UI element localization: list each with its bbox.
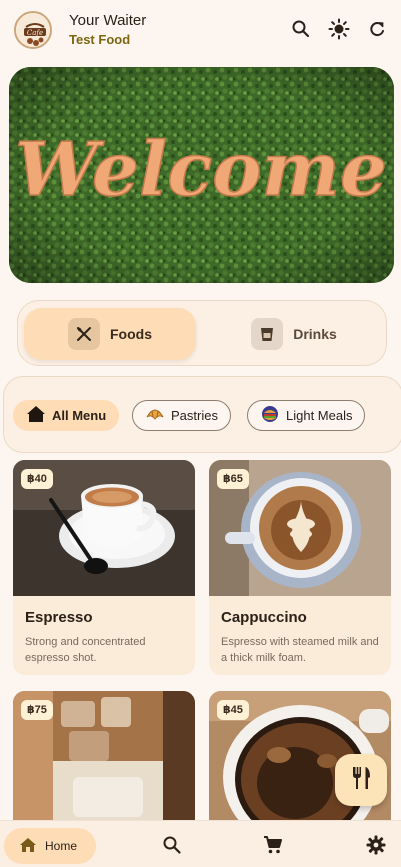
app-subtitle: Test Food — [69, 32, 131, 47]
nav-cart-icon[interactable] — [263, 835, 283, 855]
nav-home[interactable]: Home — [4, 828, 96, 864]
bottom-navigation: Home — [0, 820, 401, 867]
banner-welcome-text: Welcome — [15, 127, 387, 213]
home-icon — [26, 405, 46, 426]
price-badge: ฿45 — [217, 700, 249, 720]
chip-pastries-label: Pastries — [171, 408, 218, 423]
price-badge: ฿40 — [21, 469, 53, 489]
nav-search-icon[interactable] — [162, 835, 182, 855]
product-name: Cappuccino — [221, 609, 307, 626]
croissant-icon — [145, 405, 165, 426]
svg-text:Cafe: Cafe — [27, 29, 43, 37]
product-name: Espresso — [25, 609, 93, 626]
price-badge: ฿75 — [21, 700, 53, 720]
price-badge: ฿65 — [217, 469, 249, 489]
chip-pastries[interactable]: Pastries — [132, 400, 231, 431]
chip-light-meals[interactable]: Light Meals — [247, 400, 366, 431]
product-card-cappuccino[interactable]: ฿65 Cappuccino Espresso with steamed mil… — [209, 460, 391, 675]
utensils-icon — [68, 318, 100, 350]
tab-drinks-label: Drinks — [293, 326, 337, 342]
welcome-banner: Welcome — [9, 67, 394, 283]
nav-settings-icon[interactable] — [366, 835, 386, 855]
chip-all-menu[interactable]: All Menu — [13, 400, 120, 431]
nav-home-label: Home — [45, 839, 78, 853]
product-description: Strong and concentrated espresso shot. — [25, 636, 146, 664]
tab-drinks[interactable]: Drinks — [208, 308, 380, 360]
burger-icon — [260, 405, 280, 426]
category-switch: Foods Drinks — [17, 300, 387, 366]
product-description: Espresso with steamed milk and a thick m… — [221, 636, 379, 664]
refresh-icon[interactable] — [366, 18, 388, 40]
tab-foods[interactable]: Foods — [24, 308, 196, 360]
menu-fab-button[interactable] — [335, 754, 387, 806]
cup-icon — [251, 318, 284, 350]
tab-foods-label: Foods — [110, 326, 152, 342]
app-title: Your Waiter — [69, 12, 147, 29]
brightness-icon[interactable] — [328, 18, 350, 40]
product-card-iced-latte[interactable]: ฿75 — [13, 691, 195, 831]
search-icon[interactable] — [290, 18, 312, 40]
restaurant-icon — [348, 765, 374, 796]
home-icon — [19, 837, 37, 856]
chip-all-menu-label: All Menu — [52, 408, 107, 423]
cafe-logo: Cafe — [14, 11, 52, 49]
filter-chips: All Menu Pastries Light Meals — [3, 376, 401, 453]
app-header: Cafe Your Waiter Test Food — [0, 0, 401, 62]
chip-light-meals-label: Light Meals — [286, 408, 353, 423]
product-card-espresso[interactable]: ฿40 Espresso Strong and concentrated esp… — [13, 460, 195, 675]
